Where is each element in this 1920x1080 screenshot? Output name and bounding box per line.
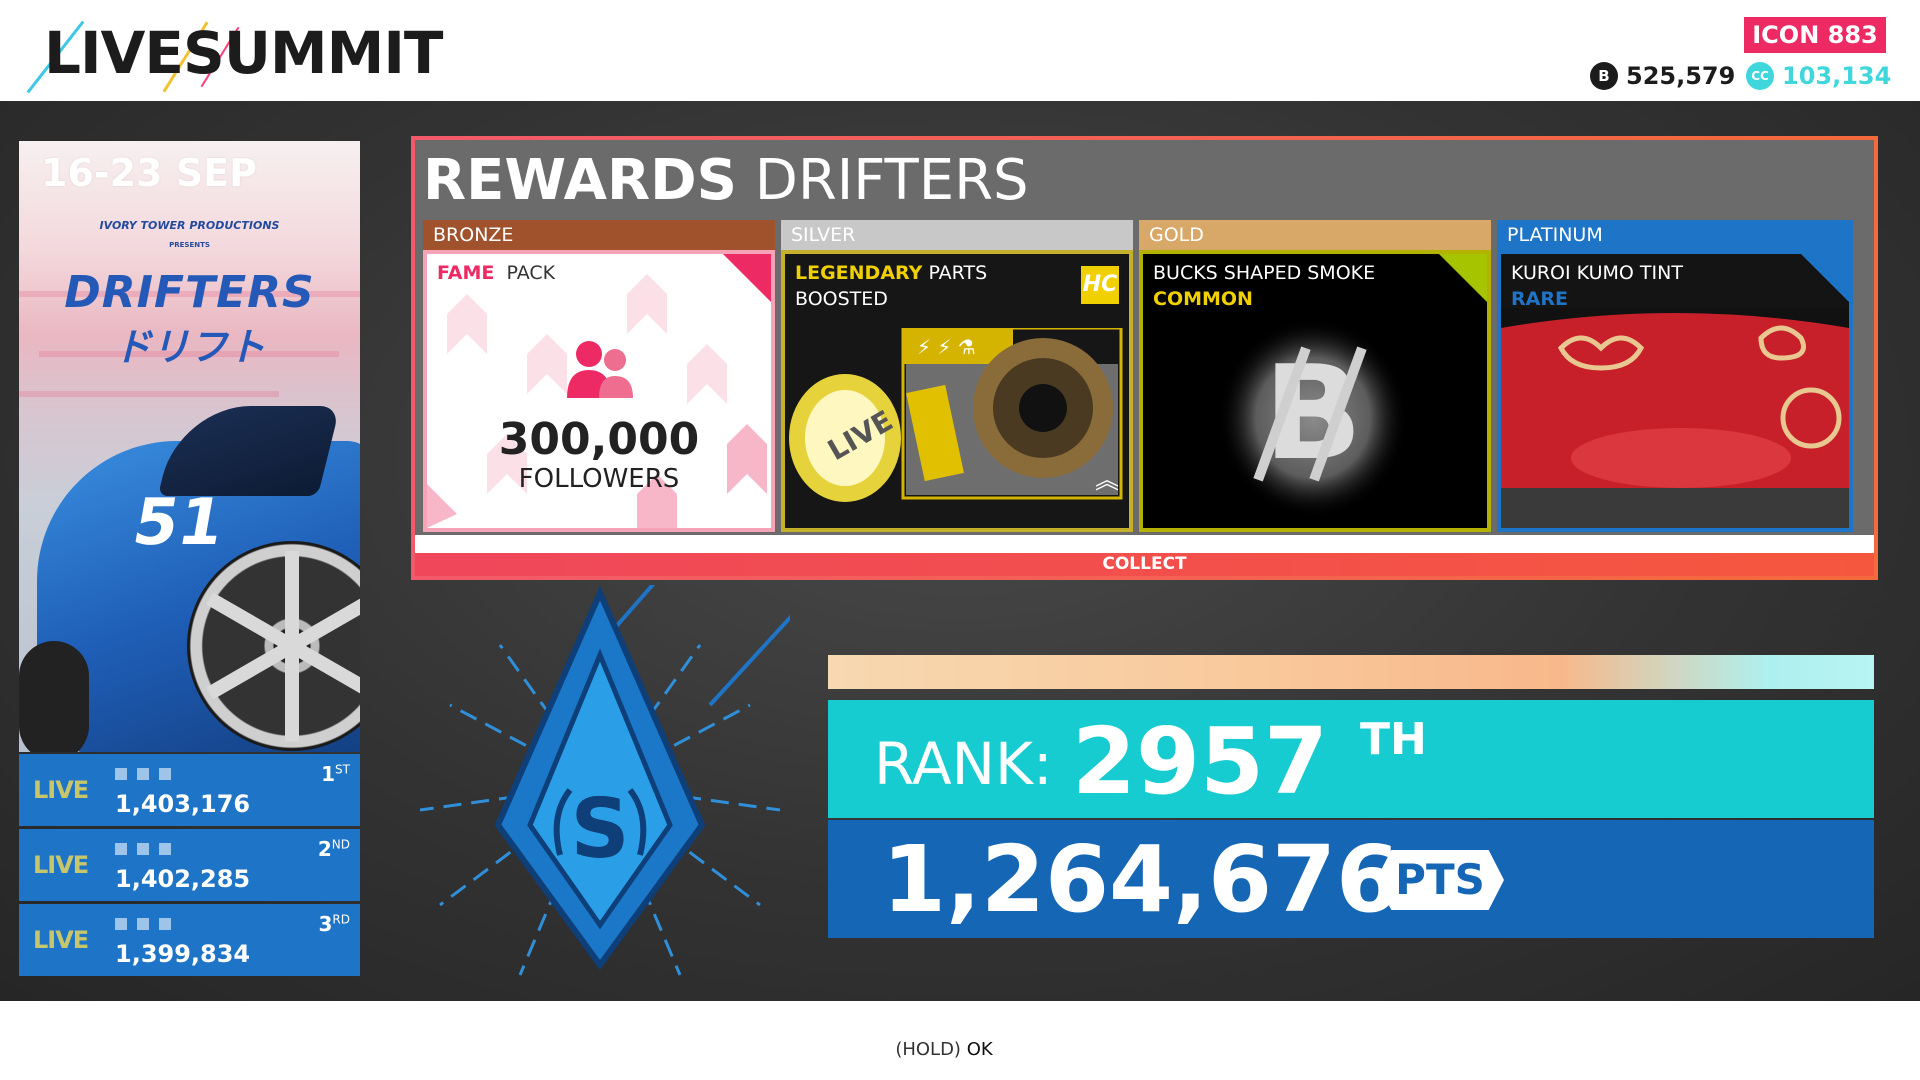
tier-name: BRONZE bbox=[423, 220, 775, 250]
reward-label: LEGENDARY PARTS BOOSTED bbox=[795, 262, 988, 310]
rank-progress-stripe bbox=[828, 655, 1874, 689]
poster-presents: PRESENTS bbox=[169, 241, 210, 249]
reward-label: BUCKS SHAPED SMOKE COMMON bbox=[1153, 262, 1376, 310]
crew-credits-icon: CC bbox=[1746, 62, 1774, 90]
live-logo: LIVE bbox=[33, 926, 89, 954]
kuroi-kumo-tint-image bbox=[1501, 308, 1849, 528]
leaderboard-points: 1,402,285 bbox=[115, 865, 251, 893]
leaderboard-place: 1ST bbox=[321, 762, 350, 786]
poster-title-japanese: ドリフト bbox=[113, 325, 266, 369]
leaderboard-place: 2ND bbox=[317, 837, 350, 861]
svg-text:︽: ︽ bbox=[1095, 466, 1119, 494]
leaderboard-points: 1,403,176 bbox=[115, 790, 251, 818]
leaderboard-points: 1,399,834 bbox=[115, 940, 251, 968]
rank-value: 2957 bbox=[1072, 708, 1329, 815]
collect-button[interactable]: COLLECT bbox=[415, 553, 1874, 576]
leaderboard-row: LIVE 1,403,176 1ST bbox=[19, 754, 360, 826]
car-window bbox=[157, 406, 341, 496]
followers-icon bbox=[567, 341, 633, 398]
bucks-coin-icon: B bbox=[1590, 62, 1618, 90]
reward-card: KUROI KUMO TINT RARE bbox=[1497, 250, 1853, 532]
emblem-letter: S bbox=[570, 782, 629, 877]
car-number: 51 bbox=[127, 486, 230, 560]
bottom-bar: (HOLD) OK bbox=[0, 1001, 1920, 1080]
leaderboard-row: LIVE 1,402,285 2ND bbox=[19, 829, 360, 901]
crew-credits-amount: 103,134 bbox=[1782, 62, 1892, 90]
collect-progress-bar bbox=[415, 535, 1874, 553]
reward-label: KUROI KUMO TINT RARE bbox=[1511, 262, 1683, 310]
player-name-placeholder bbox=[115, 768, 171, 780]
poster-title: DRIFTERS bbox=[64, 267, 315, 318]
reward-label: FAME PACK bbox=[437, 262, 556, 284]
leaderboard-place: 3RD bbox=[318, 912, 351, 936]
hold-ok-prompt[interactable]: (HOLD) OK bbox=[0, 1039, 1888, 1060]
svg-text:⚡ ⚡ ⚗: ⚡ ⚡ ⚗ bbox=[917, 335, 976, 359]
live-summit-logo: LIVESUMMIT bbox=[26, 18, 443, 94]
logo-text: LIVESUMMIT bbox=[44, 19, 443, 87]
car-rear-wheel bbox=[19, 641, 89, 752]
reward-card: BUCKS SHAPED SMOKE COMMON B bbox=[1139, 250, 1491, 532]
rank-label: RANK: bbox=[874, 730, 1053, 798]
bucks-smoke-image: B bbox=[1218, 318, 1408, 518]
legendary-parts-image: ⚡ ⚡ ⚗ LIVE ︽ bbox=[789, 328, 1123, 502]
rank-suffix: TH bbox=[1360, 714, 1427, 765]
points-panel: 1,264,676 PTS bbox=[828, 820, 1874, 938]
rank-emblem-icon: S bbox=[419, 585, 790, 976]
poster-producer: IVORY TOWER PRODUCTIONS bbox=[99, 219, 280, 232]
reward-card: LEGENDARY PARTS BOOSTED HC ⚡ ⚡ ⚗ LIVE ︽ bbox=[781, 250, 1133, 532]
hc-badge-icon: HC bbox=[1081, 266, 1119, 304]
tier-corner bbox=[1439, 254, 1487, 302]
followers-amount: 300,000 bbox=[498, 414, 700, 465]
event-dates: 16-23 SEP bbox=[41, 151, 257, 195]
reward-tier-bronze[interactable]: BRONZE FAME PACK 300,000 FOLLOWERS bbox=[423, 220, 775, 532]
followers-unit: FOLLOWERS bbox=[518, 464, 680, 494]
leaderboard-row: LIVE 1,399,834 3RD bbox=[19, 904, 360, 976]
rank-panel: RANK: 2957 TH bbox=[828, 700, 1874, 818]
rewards-panel: REWARDS DRIFTERS BRONZE FAME PACK 300,00… bbox=[411, 136, 1878, 580]
event-poster: 16-23 SEP IVORY TOWER PRODUCTIONS PRESEN… bbox=[19, 141, 360, 752]
live-logo: LIVE bbox=[33, 776, 89, 804]
poster-streak bbox=[19, 391, 279, 397]
pts-tag: PTS bbox=[1376, 850, 1504, 910]
tier-corner bbox=[1801, 254, 1849, 302]
live-logo: LIVE bbox=[33, 851, 89, 879]
player-name-placeholder bbox=[115, 843, 171, 855]
reward-tier-silver[interactable]: SILVER LEGENDARY PARTS BOOSTED HC ⚡ ⚡ ⚗ bbox=[781, 220, 1133, 532]
total-points: 1,264,676 bbox=[882, 826, 1400, 933]
bucks-balance: B 525,579 bbox=[1590, 60, 1735, 92]
tier-corner bbox=[723, 254, 771, 302]
rewards-title: REWARDS DRIFTERS bbox=[423, 148, 1029, 213]
reward-tier-platinum[interactable]: PLATINUM KUROI KUMO TINT RARE bbox=[1497, 220, 1853, 532]
tier-name: GOLD bbox=[1139, 220, 1491, 250]
player-name-placeholder bbox=[115, 918, 171, 930]
reward-card: FAME PACK 300,000 FOLLOWERS bbox=[423, 250, 775, 532]
crew-credits-balance: CC 103,134 bbox=[1746, 60, 1891, 92]
icon-level-badge: ICON 883 bbox=[1744, 17, 1886, 53]
tier-name: SILVER bbox=[781, 220, 1133, 250]
reward-tier-gold[interactable]: GOLD BUCKS SHAPED SMOKE COMMON B bbox=[1139, 220, 1491, 532]
tier-name: PLATINUM bbox=[1497, 220, 1853, 250]
top-bar: LIVESUMMIT ICON 883 B 525,579 CC 103,134 bbox=[0, 0, 1920, 101]
bucks-amount: 525,579 bbox=[1626, 62, 1736, 90]
